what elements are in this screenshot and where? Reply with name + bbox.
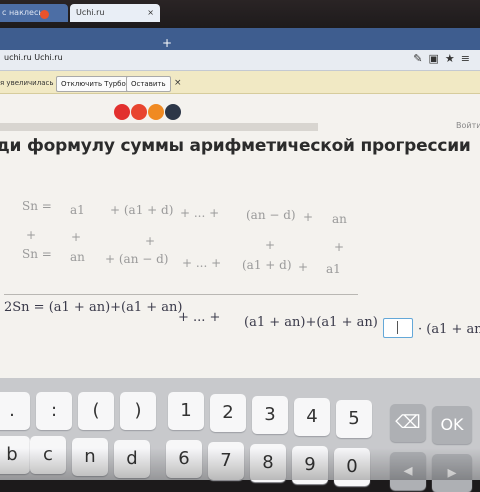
key-close-paren[interactable]: ) [120, 392, 156, 430]
row2-term4: (a1 + d) [242, 258, 292, 272]
key-6[interactable]: 6 [166, 440, 202, 478]
page-heading: ди формулу суммы арифметической прогресс… [0, 136, 471, 156]
plus-sign: + [265, 238, 276, 252]
row2-plus: + [298, 260, 309, 274]
plus-sign: + [145, 234, 156, 248]
backspace-key[interactable]: ⌫ [390, 404, 426, 442]
row2-ellipsis: + ... + [182, 256, 222, 270]
login-link[interactable]: Войти [456, 121, 480, 130]
key-4[interactable]: 4 [294, 398, 330, 436]
key-b[interactable]: b [0, 436, 30, 474]
tab-1[interactable]: с наклесь [0, 4, 68, 22]
notification-close-icon[interactable]: × [174, 78, 182, 88]
row3-term6: · (a1 + an [418, 322, 480, 337]
arrow-left-key[interactable]: ◂ [390, 452, 426, 490]
key-2[interactable]: 2 [210, 394, 246, 432]
key-period[interactable]: . [0, 392, 30, 430]
row2-lhs: Sn = [22, 247, 52, 261]
progress-track [0, 123, 318, 131]
progress-dots [114, 104, 182, 124]
tab-1-label: с наклесь [2, 8, 44, 17]
plus-sign: + [71, 230, 82, 244]
key-3[interactable]: 3 [252, 396, 288, 434]
key-n[interactable]: n [72, 438, 108, 476]
tab-uchi[interactable]: Uchi.ru × [70, 4, 160, 22]
progress-dot [148, 104, 164, 120]
row2-term1: an [70, 250, 85, 264]
onscreen-keyboard: . : ( ) 1 2 3 4 5 ⌫ OK b c n d 6 7 8 9 0… [0, 378, 480, 492]
row1-term1: a1 [70, 203, 85, 217]
key-open-paren[interactable]: ( [78, 392, 114, 430]
tab-close-icon[interactable]: × [147, 4, 154, 22]
row1-term2: + (a1 + d) [110, 203, 174, 217]
keep-button[interactable]: Оставить [126, 76, 171, 92]
toolbar-icons: ✎▣★≡ [413, 52, 476, 65]
answer-input[interactable] [383, 318, 413, 338]
refresh-icon[interactable]: ✎ [413, 52, 428, 65]
key-c[interactable]: c [30, 436, 66, 474]
row1-ellipsis: + ... + [180, 206, 220, 220]
arrow-right-key[interactable]: ▸ [432, 454, 472, 492]
row2-term6: a1 [326, 262, 341, 276]
row3-term4: (a1 + an)+(a1 + an) = [244, 315, 393, 330]
row3-lhs: 2Sn = (a1 + an)+(a1 + an) [4, 300, 183, 315]
progress-dot [114, 104, 130, 120]
row3-ellipsis: + ... + [178, 310, 221, 325]
plus-sign: + [334, 240, 345, 254]
star-icon[interactable]: ★ [445, 52, 461, 65]
key-d[interactable]: d [114, 440, 150, 478]
browser-tab-bar [0, 28, 480, 50]
ok-key[interactable]: OK [432, 406, 472, 444]
reader-icon[interactable]: ▣ [429, 52, 445, 65]
disable-turbo-button[interactable]: Отключить Турбо [56, 76, 131, 92]
text-caret [397, 321, 398, 334]
key-5[interactable]: 5 [336, 400, 372, 438]
progress-dot [165, 104, 181, 120]
key-1[interactable]: 1 [168, 392, 204, 430]
yandex-favicon-icon [40, 10, 49, 19]
row2-term2: + (an − d) [105, 252, 169, 266]
address-bar[interactable] [0, 50, 480, 71]
progress-dot [131, 104, 147, 120]
key-9[interactable]: 9 [292, 446, 328, 484]
key-0[interactable]: 0 [334, 448, 370, 486]
key-colon[interactable]: : [36, 392, 72, 430]
row1-lhs: Sn = [22, 199, 52, 213]
row1-plus: + [303, 210, 314, 224]
tab-uchi-label: Uchi.ru [76, 8, 105, 17]
row1-term4: (an − d) [246, 208, 296, 222]
notification-text: я увеличилась [0, 79, 54, 87]
row1-term6: an [332, 212, 347, 226]
menu-icon[interactable]: ≡ [461, 52, 476, 65]
key-7[interactable]: 7 [208, 442, 244, 480]
address-url[interactable]: uchi.ru Uchi.ru [4, 53, 63, 62]
new-tab-button[interactable]: + [160, 36, 174, 50]
key-8[interactable]: 8 [250, 444, 286, 482]
plus-sign: + [26, 228, 37, 242]
sum-line [4, 294, 358, 295]
